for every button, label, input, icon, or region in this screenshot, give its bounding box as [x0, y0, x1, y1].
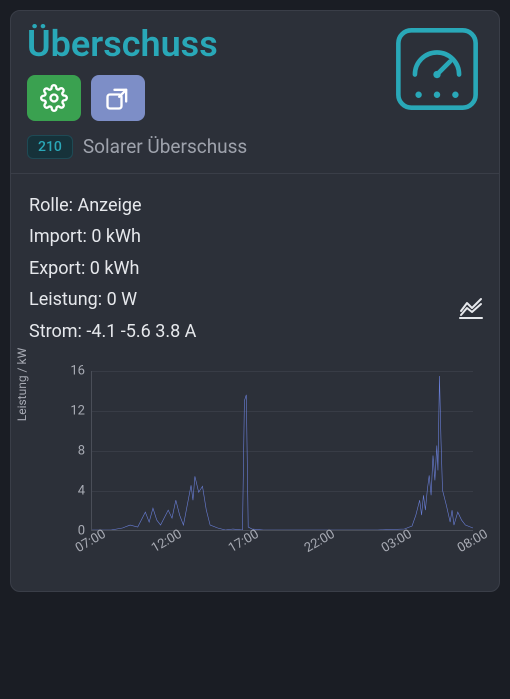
- stat-power: Leistung: 0 W: [29, 284, 481, 316]
- subtitle-text: Solarer Überschuss: [83, 135, 247, 158]
- series-line: [92, 371, 473, 530]
- expand-button[interactable]: [91, 75, 145, 121]
- stat-value: 0 kWh: [90, 253, 140, 285]
- y-axis: 0481216: [41, 371, 85, 531]
- stat-current: Strom: -4.1 -5.6 3.8 A: [29, 316, 481, 348]
- stat-label: Strom:: [29, 316, 82, 348]
- x-axis: 07:0012:0017:0022:0003:0008:00: [91, 537, 473, 577]
- card-header: Überschuss: [27, 25, 483, 121]
- y-tick: 0: [41, 524, 85, 539]
- plot-area: [91, 371, 473, 531]
- x-tick: 12:00: [149, 527, 185, 556]
- gear-icon: [40, 84, 68, 112]
- stat-label: Leistung:: [29, 284, 102, 316]
- card-title: Überschuss: [27, 25, 218, 65]
- x-tick: 08:00: [455, 527, 491, 556]
- chart-toggle-button[interactable]: [459, 297, 483, 323]
- subtitle-row: 210 Solarer Überschuss: [27, 135, 483, 159]
- id-pill: 210: [27, 135, 73, 159]
- stat-export: Export: 0 kWh: [29, 253, 481, 285]
- stat-label: Import:: [29, 221, 87, 253]
- stat-label: Export:: [29, 253, 85, 285]
- stat-value: Anzeige: [77, 190, 141, 222]
- y-axis-label: Leistung / kW: [15, 348, 29, 421]
- chart: Leistung / kW 0481216 07:0012:0017:0022:…: [27, 371, 483, 581]
- header-left: Überschuss: [27, 25, 218, 121]
- meter-icon: [391, 23, 483, 115]
- stat-value: -4.1 -5.6 3.8 A: [86, 316, 196, 348]
- button-row: [27, 75, 218, 121]
- stats-block: Rolle: Anzeige Import: 0 kWh Export: 0 k…: [27, 174, 483, 352]
- y-tick: 16: [41, 364, 85, 379]
- y-tick: 8: [41, 444, 85, 459]
- stat-import: Import: 0 kWh: [29, 221, 481, 253]
- y-tick: 12: [41, 404, 85, 419]
- stat-role: Rolle: Anzeige: [29, 190, 481, 222]
- stat-label: Rolle:: [29, 190, 73, 222]
- x-tick: 22:00: [302, 527, 338, 556]
- line-chart-icon: [459, 297, 483, 319]
- x-tick: 17:00: [226, 527, 262, 556]
- surplus-card: Überschuss: [10, 10, 500, 592]
- expand-icon: [104, 84, 132, 112]
- stat-value: 0 kWh: [91, 221, 141, 253]
- x-tick: 03:00: [379, 527, 415, 556]
- settings-button[interactable]: [27, 75, 81, 121]
- stat-value: 0 W: [107, 284, 138, 316]
- y-tick: 4: [41, 484, 85, 499]
